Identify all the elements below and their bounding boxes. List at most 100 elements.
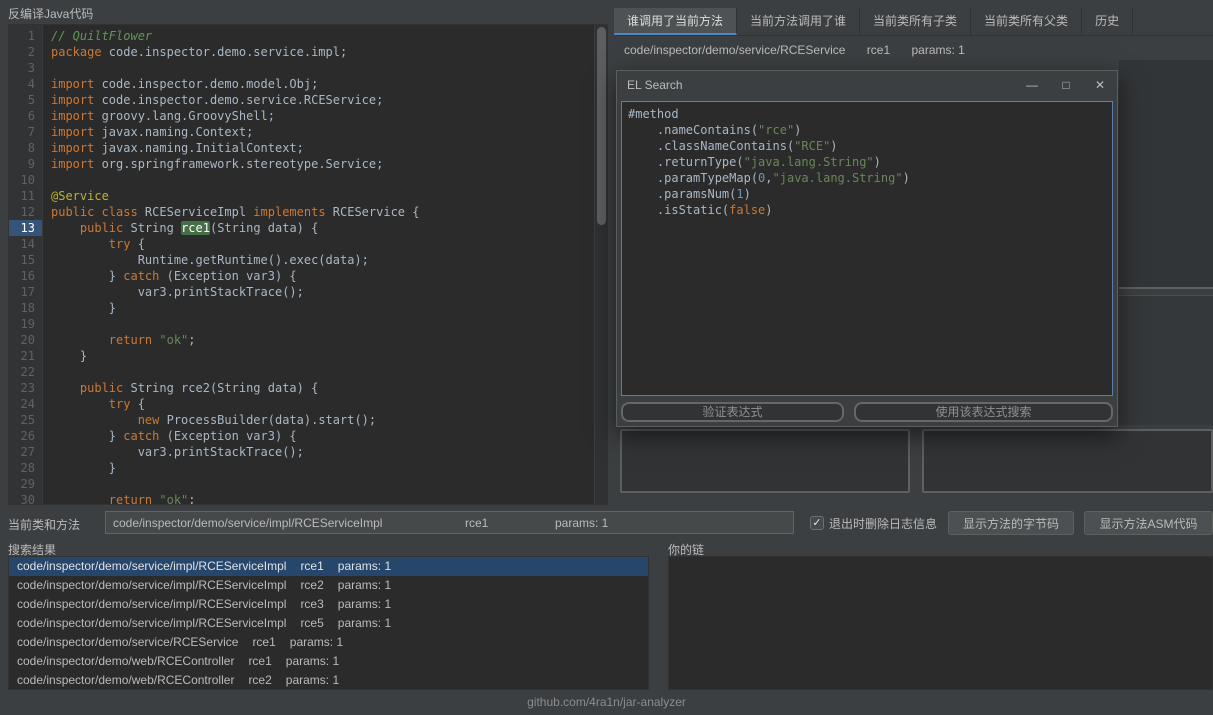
code-line: } catch (Exception var3) { <box>51 429 297 443</box>
line-number: 8 <box>27 141 35 155</box>
result-row[interactable]: code/inspector/demo/web/RCEController rce… <box>9 671 648 689</box>
current-class-method-label: 当前类和方法 <box>8 518 81 532</box>
line-number: 17 <box>20 285 35 299</box>
dialog-title: EL Search <box>627 78 683 92</box>
code-line: var3.printStackTrace(); <box>51 285 304 299</box>
line-number: 15 <box>20 253 35 267</box>
delete-log-on-exit-checkbox[interactable]: ✓ 退出时删除日志信息 <box>810 513 937 533</box>
line-number: 16 <box>20 269 35 283</box>
line-number: 6 <box>27 109 35 123</box>
line-number: 29 <box>20 477 35 491</box>
minimize-icon[interactable]: — <box>1015 71 1049 99</box>
code-line: // QuiltFlower <box>51 29 153 43</box>
line-number: 19 <box>20 317 35 331</box>
result-row[interactable]: code/inspector/demo/service/impl/RCEServ… <box>9 595 648 614</box>
code-line: } <box>51 349 88 363</box>
code-line: } <box>51 461 117 475</box>
line-number: 3 <box>27 61 35 75</box>
current-class-value: code/inspector/demo/service/impl/RCEServ… <box>113 515 383 530</box>
code-lines[interactable]: // QuiltFlower package code.inspector.dem… <box>43 25 594 504</box>
expression-line: .paramsNum(1) <box>628 187 751 201</box>
line-number: 21 <box>20 349 35 363</box>
code-line: import javax.naming.Context; <box>51 125 254 139</box>
validate-expression-button[interactable]: 验证表达式 <box>621 402 844 422</box>
show-bytecode-button[interactable]: 显示方法的字节码 <box>948 511 1074 535</box>
expression-line: .isStatic(false) <box>628 203 773 217</box>
scrollbar-thumb[interactable] <box>597 27 606 225</box>
el-search-dialog: EL Search — □ ✕ #method .nameContains("r… <box>616 70 1118 427</box>
code-line: return "ok"; <box>108 493 196 504</box>
line-number: 10 <box>20 173 35 187</box>
tab-4[interactable]: 当前类所有父类 <box>971 8 1083 35</box>
checkbox-check-icon[interactable]: ✓ <box>810 516 824 530</box>
code-line: } <box>51 301 117 315</box>
background-panel-right-middle <box>1119 295 1213 425</box>
code-line: import code.inspector.demo.model.Obj; <box>51 77 319 91</box>
show-asm-button[interactable]: 显示方法ASM代码 <box>1084 511 1213 535</box>
code-line: try { <box>108 237 145 251</box>
footer-link: github.com/4ra1n/jar-analyzer <box>527 695 686 709</box>
result-method: rce2 <box>248 673 272 687</box>
result-row[interactable]: code/inspector/demo/service/RCEService rc… <box>9 633 648 652</box>
background-panel-right-top <box>1119 60 1213 289</box>
dialog-titlebar[interactable]: EL Search — □ ✕ <box>617 71 1117 99</box>
result-row[interactable]: code/inspector/demo/service/impl/RCEServ… <box>9 557 648 576</box>
result-row[interactable]: code/inspector/demo/service/impl/RCEServ… <box>9 576 648 595</box>
line-number: 22 <box>20 365 35 379</box>
code-line: @Service <box>51 189 109 203</box>
line-numbers: 1 2 3 4 5 6 7 8 9 10 11 12 13 14 15 16 17 18 19 20 21 22 23 24 2… <box>9 25 43 504</box>
current-params-value: params: 1 <box>555 515 609 530</box>
code-line: Runtime.getRuntime().exec(data); <box>51 253 369 267</box>
editor-scrollbar[interactable] <box>594 25 607 504</box>
el-expression-editor[interactable]: #method .nameContains("rce") .classNameC… <box>621 101 1113 396</box>
tab-5[interactable]: 历史 <box>1082 8 1134 35</box>
code-line: import org.springframework.stereotype.Se… <box>51 157 384 171</box>
chain-panel[interactable] <box>668 556 1213 690</box>
line-number: 12 <box>20 205 35 219</box>
result-row[interactable]: code/inspector/demo/web/RCEController rce… <box>9 652 648 671</box>
line-number: 4 <box>27 77 35 91</box>
result-params: params: 1 <box>337 578 392 592</box>
code-line: var3.printStackTrace(); <box>51 445 304 459</box>
line-number: 5 <box>27 93 35 107</box>
result-cls: code/inspector/demo/service/impl/RCEServ… <box>17 578 287 592</box>
tab-2[interactable]: 当前方法调用了谁 <box>737 8 861 35</box>
breadcrumb-method: rce1 <box>866 43 891 57</box>
line-number: 9 <box>27 157 35 171</box>
code-line: new ProcessBuilder(data).start(); <box>137 413 377 427</box>
search-with-expression-button[interactable]: 使用该表达式搜索 <box>854 402 1113 422</box>
tab-3[interactable]: 当前类所有子类 <box>860 8 972 35</box>
result-cls: code/inspector/demo/service/RCEService <box>17 635 239 649</box>
close-icon[interactable]: ✕ <box>1083 71 1117 99</box>
code-line: package code.inspector.demo.service.impl… <box>51 45 348 59</box>
line-number: 27 <box>20 445 35 459</box>
current-method-value: rce1 <box>465 515 489 530</box>
code-line: public String rce2(String data) { <box>79 381 319 395</box>
delete-log-on-exit-label: 退出时删除日志信息 <box>829 516 938 531</box>
code-line: public String rce1(String data) { <box>79 221 319 235</box>
line-number: 24 <box>20 397 35 411</box>
line-number: 28 <box>20 461 35 475</box>
code-editor[interactable]: 1 2 3 4 5 6 7 8 9 10 11 12 13 14 15 16 17 18 19 20 21 22 23 24 2… <box>8 24 608 505</box>
result-method: rce5 <box>300 616 324 630</box>
tab-1[interactable]: 谁调用了当前方法 <box>614 8 738 35</box>
result-cls: code/inspector/demo/web/RCEController <box>17 673 235 687</box>
line-number: 14 <box>20 237 35 251</box>
current-class-method-field[interactable]: code/inspector/demo/service/impl/RCEServ… <box>105 511 794 534</box>
result-row[interactable]: code/inspector/demo/service/impl/RCEServ… <box>9 614 648 633</box>
jar-analyzer-window: 反编译Java代码 1 2 3 4 5 6 7 8 9 10 11 12 13 14 15 16 17 18 19 2… <box>0 0 1213 715</box>
search-results-list[interactable]: code/inspector/demo/service/impl/RCEServ… <box>8 556 649 690</box>
expression-line: #method <box>628 107 679 121</box>
line-number: 23 <box>20 381 35 395</box>
line-number: 13 <box>9 220 42 236</box>
code-line: } catch (Exception var3) { <box>51 269 297 283</box>
line-number: 18 <box>20 301 35 315</box>
maximize-icon[interactable]: □ <box>1049 71 1083 99</box>
code-line: public class RCEServiceImpl implements R… <box>51 205 420 219</box>
code-line: import code.inspector.demo.service.RCESe… <box>51 93 384 107</box>
result-cls: code/inspector/demo/service/impl/RCEServ… <box>17 616 287 630</box>
method-tabs: 谁调用了当前方法 当前方法调用了谁 当前类所有子类 当前类所有父类 历史 <box>614 8 1213 36</box>
editor-title: 反编译Java代码 <box>8 7 94 21</box>
result-params: params: 1 <box>285 654 340 668</box>
